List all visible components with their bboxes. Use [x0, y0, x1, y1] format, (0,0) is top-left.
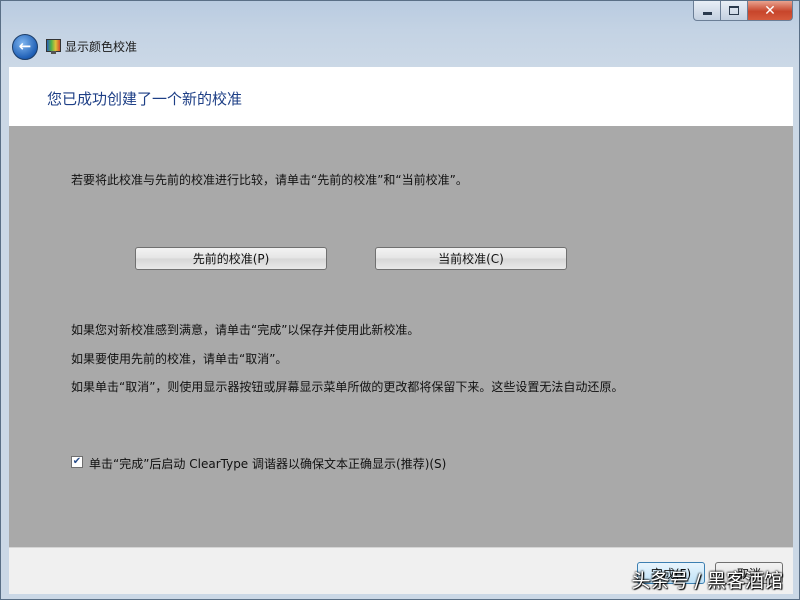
current-calibration-button[interactable]: 当前校准(C): [375, 247, 567, 270]
paragraph-cancel-effect: 如果单击“取消”，则使用显示器按钮或屏幕显示菜单所做的更改都将保留下来。这些设置…: [71, 380, 624, 394]
page-title: 您已成功创建了一个新的校准: [47, 90, 243, 108]
display-calibration-app-icon: [46, 39, 61, 54]
close-icon: ✕: [764, 2, 776, 19]
paragraph-cancel: 如果要使用先前的校准，请单击“取消”。: [71, 352, 288, 366]
caption-buttons: ✕: [693, 1, 793, 21]
calibration-window: ✕ ← 显示颜色校准 您已成功创建了一个新的校准 若要将此校准与先前的校准进行比…: [0, 0, 800, 600]
previous-calibration-button[interactable]: 先前的校准(P): [135, 247, 327, 270]
content-panel: 若要将此校准与先前的校准进行比较，请单击“先前的校准”和“当前校准”。 先前的校…: [9, 126, 793, 547]
cleartype-checkbox-label[interactable]: 单击“完成”后启动 ClearType 调谐器以确保文本正确显示(推荐)(S): [89, 455, 446, 472]
cleartype-checkbox[interactable]: ✔: [71, 456, 83, 468]
maximize-button[interactable]: [721, 1, 748, 21]
minimize-icon: [702, 12, 712, 15]
back-button[interactable]: ←: [12, 34, 38, 60]
maximize-icon: [729, 6, 739, 15]
intro-text: 若要将此校准与先前的校准进行比较，请单击“先前的校准”和“当前校准”。: [71, 173, 468, 187]
minimize-button[interactable]: [693, 1, 721, 21]
header-panel: 您已成功创建了一个新的校准: [9, 67, 793, 126]
window-title: 显示颜色校准: [65, 40, 138, 54]
back-arrow-icon: ←: [18, 37, 32, 55]
checkmark-icon: ✔: [72, 456, 82, 467]
watermark-text: 头条号 / 黑客酒馆: [631, 570, 783, 592]
close-button[interactable]: ✕: [748, 1, 793, 21]
paragraph-finish: 如果您对新校准感到满意，请单击“完成”以保存并使用此新校准。: [71, 323, 420, 337]
